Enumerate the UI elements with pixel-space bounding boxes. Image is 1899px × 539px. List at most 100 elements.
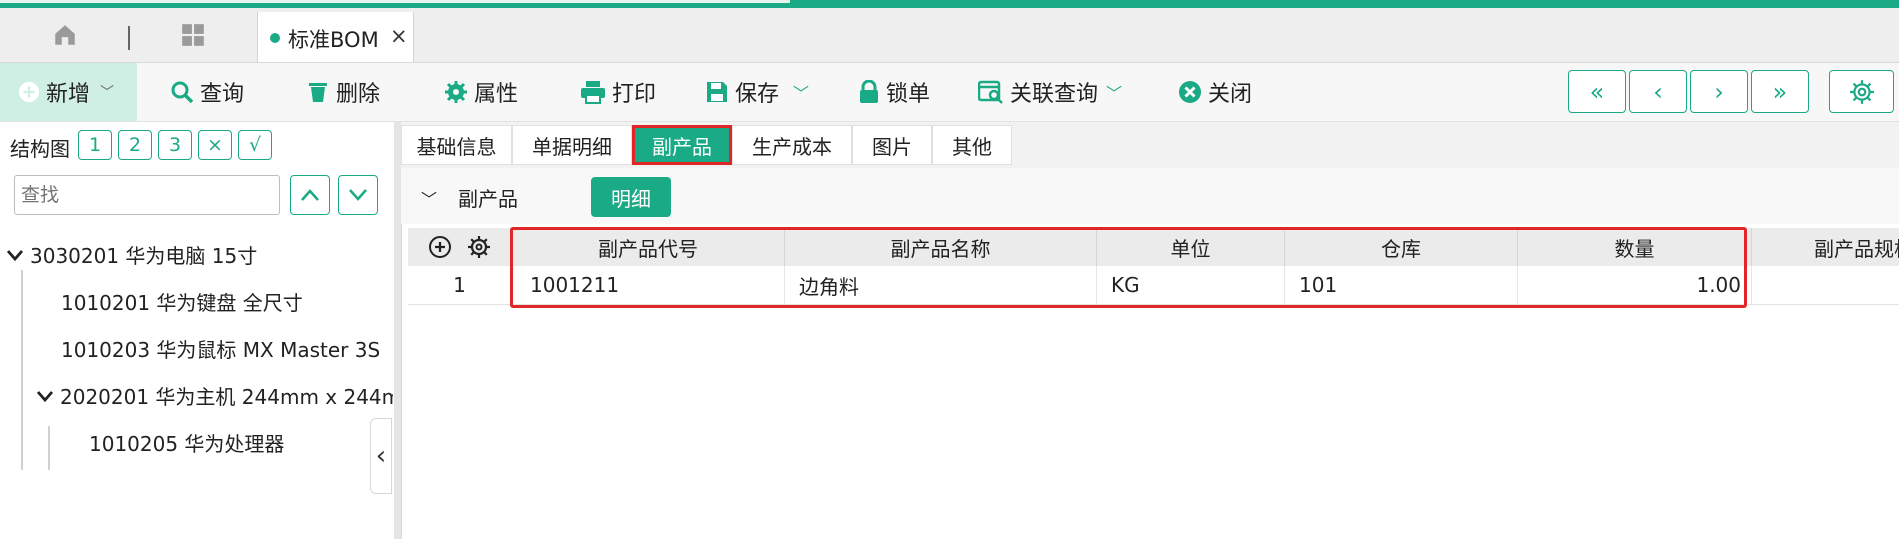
delete-button-label: 删除 — [336, 82, 381, 107]
tab-standard-bom[interactable]: 标准BOM × — [257, 12, 414, 62]
level-2-button[interactable]: 2 — [118, 130, 152, 160]
close-button[interactable]: 关闭 — [1178, 63, 1252, 121]
save-button-label: 保存 — [735, 82, 780, 107]
first-record-button[interactable]: « — [1568, 70, 1626, 113]
column-settings-gear-icon[interactable] — [467, 235, 491, 259]
tree-node[interactable]: 1010201 华为键盘 全尺寸 — [61, 287, 303, 316]
column-header-quantity[interactable]: 数量 — [1518, 228, 1752, 266]
expand-all-button[interactable]: √ — [238, 130, 272, 160]
tree-guide-line — [48, 426, 50, 470]
column-header-unit[interactable]: 单位 — [1097, 228, 1285, 266]
save-button[interactable]: 保存 ﹀ — [705, 63, 809, 121]
tree-node[interactable]: 3030201 华为电脑 15寸 — [6, 240, 257, 269]
toolbar: 新增 ﹀ 查询 删除 属性 打印 保存 ﹀ 锁单 关联查询 ﹀ 关闭 « ‹ ›… — [0, 63, 1899, 122]
home-icon[interactable] — [52, 22, 78, 48]
close-button-label: 关闭 — [1208, 82, 1253, 107]
lock-icon — [860, 80, 878, 103]
chevron-down-icon[interactable]: ﹀ — [793, 80, 809, 104]
tab-bar: 标准BOM × — [0, 8, 1899, 63]
table-row[interactable]: 1 1001211 边角料 KG 101 1.00 — [408, 266, 1899, 305]
chevron-down-icon — [349, 189, 367, 201]
by-product-section-header: ﹀ 副产品 明细 — [401, 168, 1899, 225]
grid-tools — [408, 228, 512, 266]
level-3-button[interactable]: 3 — [158, 130, 192, 160]
cell-name[interactable]: 边角料 — [785, 266, 1097, 304]
structure-tree: 3030201 华为电脑 15寸 1010201 华为键盘 全尺寸 101020… — [0, 230, 393, 470]
tree-node[interactable]: 2020201 华为主机 244mm x 244mm — [36, 381, 393, 410]
chevron-down-icon[interactable] — [6, 248, 24, 262]
tree-node-label: 1010205 华为处理器 — [89, 432, 285, 456]
level-1-button[interactable]: 1 — [78, 130, 112, 160]
column-header-name[interactable]: 副产品名称 — [785, 228, 1097, 266]
loading-progress — [0, 0, 790, 3]
collapse-panel-button[interactable]: ‹ — [370, 418, 392, 494]
cell-spec[interactable] — [1752, 266, 1899, 304]
tree-node-label: 1010203 华为鼠标 MX Master 3S — [61, 338, 381, 362]
structure-label: 结构图 — [10, 137, 70, 161]
collapse-all-button[interactable]: × — [198, 130, 232, 160]
previous-record-button[interactable]: ‹ — [1629, 70, 1687, 113]
row-index: 1 — [408, 266, 512, 304]
new-button[interactable]: 新增 ﹀ — [0, 63, 137, 121]
tree-node-label: 2020201 华为主机 244mm x 244mm — [60, 385, 393, 409]
chevron-down-icon[interactable] — [36, 389, 54, 403]
column-header-code[interactable]: 副产品代号 — [512, 228, 785, 266]
tree-guide-line — [21, 270, 23, 470]
last-record-button[interactable]: » — [1751, 70, 1809, 113]
tab-separator — [128, 26, 130, 50]
tab-production-cost[interactable]: 生产成本 — [732, 125, 852, 165]
plus-circle-icon — [18, 81, 40, 103]
by-product-grid: 副产品代号 副产品名称 单位 仓库 数量 副产品规格 1 1001211 边角料… — [401, 224, 1899, 539]
lock-button[interactable]: 锁单 — [858, 63, 930, 121]
floppy-disk-icon — [707, 82, 727, 102]
chevron-up-icon — [301, 189, 319, 201]
tab-label: 标准BOM — [288, 28, 379, 52]
query-button-label: 查询 — [200, 82, 245, 107]
query-button[interactable]: 查询 — [170, 63, 244, 121]
cell-code[interactable]: 1001211 — [512, 266, 785, 304]
grid-menu-icon[interactable] — [180, 22, 206, 48]
print-button-label: 打印 — [612, 82, 657, 107]
grid-header: 副产品代号 副产品名称 单位 仓库 数量 副产品规格 — [408, 228, 1899, 266]
section-title: 副产品 — [458, 187, 518, 211]
column-header-spec[interactable]: 副产品规格 — [1752, 228, 1899, 266]
gear-icon — [445, 81, 467, 103]
trash-icon — [309, 83, 327, 102]
properties-button[interactable]: 属性 — [444, 63, 518, 121]
printer-icon — [581, 81, 605, 104]
tree-search-input[interactable] — [14, 175, 280, 215]
detail-tabs: 基础信息 单据明细 副产品 生产成本 图片 其他 — [401, 122, 1899, 168]
tab-by-product[interactable]: 副产品 — [632, 125, 732, 165]
settings-button[interactable] — [1829, 70, 1894, 113]
tree-node[interactable]: 1010203 华为鼠标 MX Master 3S — [61, 334, 380, 363]
chevron-down-icon[interactable]: ﹀ — [1106, 80, 1122, 104]
search-icon — [171, 81, 194, 104]
cell-unit[interactable]: KG — [1097, 266, 1285, 304]
tree-node-label: 3030201 华为电脑 15寸 — [30, 244, 258, 268]
cell-quantity[interactable]: 1.00 — [1518, 266, 1752, 304]
chevron-down-icon[interactable]: ﹀ — [100, 82, 114, 102]
tree-node-label: 1010201 华为键盘 全尺寸 — [61, 291, 303, 315]
search-down-button[interactable] — [338, 175, 378, 215]
chevron-down-icon[interactable]: ﹀ — [421, 186, 437, 210]
detail-button[interactable]: 明细 — [591, 177, 671, 217]
cell-warehouse[interactable]: 101 — [1285, 266, 1518, 304]
tree-node[interactable]: 1010205 华为处理器 — [89, 428, 284, 457]
window-search-icon — [978, 80, 1003, 104]
tab-other[interactable]: 其他 — [932, 125, 1012, 165]
tab-images[interactable]: 图片 — [852, 125, 932, 165]
panel-splitter[interactable] — [394, 122, 401, 539]
tab-document-detail[interactable]: 单据明细 — [512, 125, 632, 165]
next-record-button[interactable]: › — [1690, 70, 1748, 113]
add-row-icon[interactable] — [428, 235, 452, 259]
active-dot-icon — [270, 33, 280, 43]
column-header-warehouse[interactable]: 仓库 — [1285, 228, 1518, 266]
properties-button-label: 属性 — [474, 82, 519, 107]
print-button[interactable]: 打印 — [580, 63, 656, 121]
top-accent-bar — [0, 0, 1899, 8]
search-up-button[interactable] — [290, 175, 330, 215]
tab-basic-info[interactable]: 基础信息 — [401, 125, 512, 165]
delete-button[interactable]: 删除 — [306, 63, 380, 121]
tab-close-icon[interactable]: × — [390, 24, 408, 48]
related-query-button[interactable]: 关联查询 ﹀ — [978, 63, 1122, 121]
